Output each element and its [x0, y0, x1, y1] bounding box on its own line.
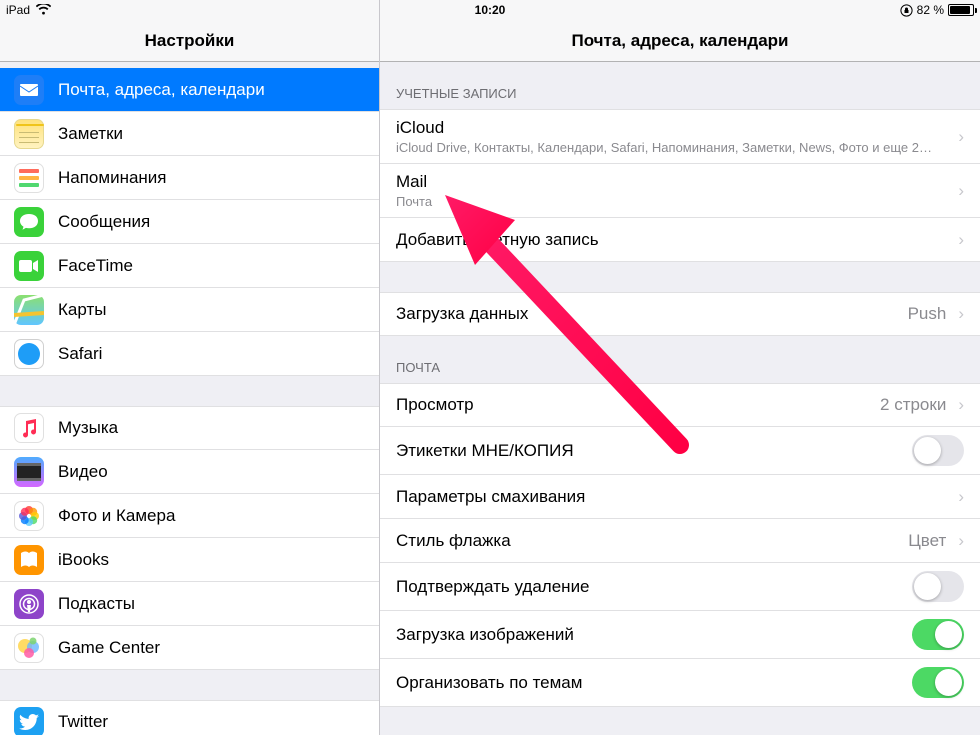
sidebar-item-video[interactable]: Видео [0, 450, 379, 494]
photos-icon [14, 501, 44, 531]
detail-list[interactable]: УЧЕТНЫЕ ЗАПИСИ iCloud iCloud Drive, Конт… [380, 62, 980, 735]
detail-pane: Почта, адреса, календари УЧЕТНЫЕ ЗАПИСИ … [380, 0, 980, 735]
section-header-mail: ПОЧТА [380, 336, 980, 383]
video-icon [14, 457, 44, 487]
battery-percent: 82 % [917, 3, 944, 17]
swipe-options-row[interactable]: Параметры смахивания › [380, 475, 980, 519]
wifi-icon [36, 3, 51, 18]
chevron-right-icon: › [958, 181, 964, 201]
row-subtitle: iCloud Drive, Контакты, Календари, Safar… [396, 140, 954, 155]
sidebar-label: Фото и Камера [58, 506, 175, 526]
sidebar-label: iBooks [58, 550, 109, 570]
organize-by-thread-row[interactable]: Организовать по темам [380, 659, 980, 707]
add-account-row[interactable]: Добавить учетную запись › [380, 218, 980, 262]
clock: 10:20 [475, 3, 506, 17]
fetch-new-data-row[interactable]: Загрузка данных Push › [380, 292, 980, 336]
organize-toggle[interactable] [912, 667, 964, 698]
row-title: Добавить учетную запись [396, 230, 599, 250]
device-label: iPad [6, 3, 30, 17]
battery-icon [948, 4, 974, 16]
sidebar-label: Game Center [58, 638, 160, 658]
row-title: Подтверждать удаление [396, 577, 590, 597]
sidebar-label: FaceTime [58, 256, 133, 276]
confirm-delete-toggle[interactable] [912, 571, 964, 602]
to-cc-labels-row[interactable]: Этикетки МНЕ/КОПИЯ [380, 427, 980, 475]
sidebar-label: Карты [58, 300, 106, 320]
sidebar-item-notes[interactable]: Заметки [0, 112, 379, 156]
sidebar-item-reminders[interactable]: Напоминания [0, 156, 379, 200]
sidebar-item-ibooks[interactable]: iBooks [0, 538, 379, 582]
to-cc-toggle[interactable] [912, 435, 964, 466]
row-value: Push [908, 304, 947, 324]
twitter-icon [14, 707, 44, 735]
sidebar-item-messages[interactable]: Сообщения [0, 200, 379, 244]
ibooks-icon [14, 545, 44, 575]
music-icon [14, 413, 44, 443]
row-title: Загрузка изображений [396, 625, 574, 645]
podcasts-icon [14, 589, 44, 619]
load-images-row[interactable]: Загрузка изображений [380, 611, 980, 659]
notes-icon [14, 119, 44, 149]
row-subtitle: Почта [396, 194, 954, 209]
preview-row[interactable]: Просмотр 2 строки › [380, 383, 980, 427]
row-title: Параметры смахивания [396, 487, 585, 507]
sidebar-label: Safari [58, 344, 102, 364]
sidebar-item-mail-contacts-calendars[interactable]: Почта, адреса, календари [0, 68, 379, 112]
sidebar-item-safari[interactable]: Safari [0, 332, 379, 376]
safari-icon [14, 339, 44, 369]
chevron-right-icon: › [958, 230, 964, 250]
load-images-toggle[interactable] [912, 619, 964, 650]
sidebar-item-facetime[interactable]: FaceTime [0, 244, 379, 288]
messages-icon [14, 207, 44, 237]
facetime-icon [14, 251, 44, 281]
chevron-right-icon: › [958, 487, 964, 507]
sidebar-label: Сообщения [58, 212, 150, 232]
row-title: Загрузка данных [396, 304, 528, 324]
sidebar-item-photos-camera[interactable]: Фото и Камера [0, 494, 379, 538]
chevron-right-icon: › [958, 531, 964, 551]
account-row-icloud[interactable]: iCloud iCloud Drive, Контакты, Календари… [380, 109, 980, 164]
sidebar-label: Видео [58, 462, 108, 482]
row-title: Этикетки МНЕ/КОПИЯ [396, 441, 574, 461]
sidebar-item-twitter[interactable]: Twitter [0, 700, 379, 735]
chevron-right-icon: › [958, 395, 964, 415]
sidebar-label: Twitter [58, 712, 108, 732]
account-row-mail[interactable]: Mail Почта › [380, 164, 980, 218]
sidebar-label: Напоминания [58, 168, 167, 188]
sidebar-label: Музыка [58, 418, 118, 438]
settings-sidebar: Настройки Почта, адреса, календари Замет… [0, 0, 380, 735]
row-value: Цвет [908, 531, 946, 551]
sidebar-item-game-center[interactable]: Game Center [0, 626, 379, 670]
row-title: Стиль флажка [396, 531, 511, 551]
maps-icon [14, 295, 44, 325]
chevron-right-icon: › [958, 304, 964, 324]
sidebar-item-maps[interactable]: Карты [0, 288, 379, 332]
sidebar-label: Заметки [58, 124, 123, 144]
flag-style-row[interactable]: Стиль флажка Цвет › [380, 519, 980, 563]
sidebar-label: Почта, адреса, календари [58, 80, 265, 100]
sidebar-item-music[interactable]: Музыка [0, 406, 379, 450]
section-header-accounts: УЧЕТНЫЕ ЗАПИСИ [380, 62, 980, 109]
reminders-icon [14, 163, 44, 193]
mail-icon [14, 75, 44, 105]
row-title: Организовать по темам [396, 673, 582, 693]
chevron-right-icon: › [958, 127, 964, 147]
sidebar-list[interactable]: Почта, адреса, календари Заметки Напомин… [0, 62, 379, 735]
orientation-lock-icon [900, 4, 913, 17]
game-center-icon [14, 633, 44, 663]
row-title: iCloud [396, 118, 954, 138]
status-bar: iPad 10:20 82 % [0, 0, 980, 20]
confirm-delete-row[interactable]: Подтверждать удаление [380, 563, 980, 611]
sidebar-item-podcasts[interactable]: Подкасты [0, 582, 379, 626]
row-title: Mail [396, 172, 954, 192]
sidebar-label: Подкасты [58, 594, 135, 614]
row-title: Просмотр [396, 395, 474, 415]
row-value: 2 строки [880, 395, 946, 415]
